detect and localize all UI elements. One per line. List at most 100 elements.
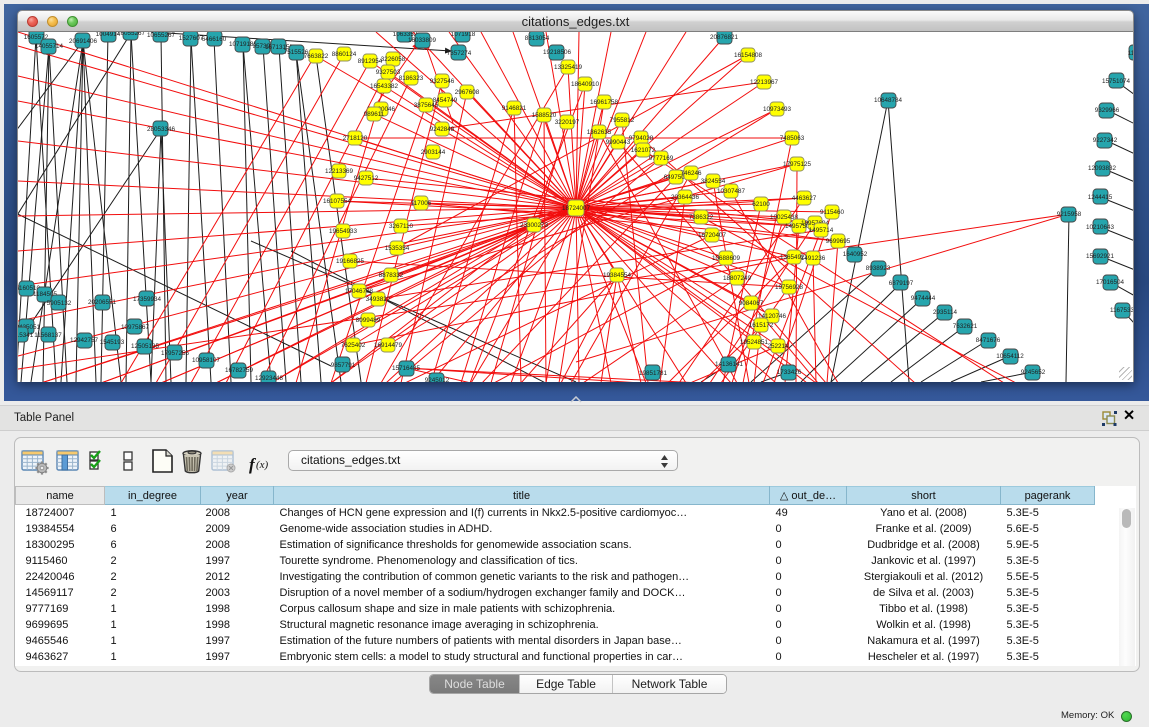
svg-text:2718120: 2718120 <box>343 135 368 142</box>
svg-text:16055267: 16055267 <box>117 32 146 37</box>
svg-text:746246: 746246 <box>680 170 702 177</box>
svg-text:13325419: 13325419 <box>554 64 583 71</box>
svg-text:3226058: 3226058 <box>381 56 406 63</box>
svg-text:20206551: 20206551 <box>88 299 117 306</box>
svg-text:9227342: 9227342 <box>1093 137 1118 144</box>
svg-text:7485063: 7485063 <box>780 135 805 142</box>
svg-text:16720407: 16720407 <box>698 232 727 239</box>
svg-text:10648784: 10648784 <box>874 97 903 104</box>
svg-text:16782759: 16782759 <box>225 367 254 374</box>
svg-text:9146821: 9146821 <box>502 105 527 112</box>
svg-text:5905132: 5905132 <box>47 300 72 307</box>
svg-text:9474444: 9474444 <box>911 295 936 302</box>
svg-text:9990443: 9990443 <box>606 139 631 146</box>
svg-text:7632621: 7632621 <box>953 323 978 330</box>
svg-text:989611: 989611 <box>364 111 385 118</box>
svg-text:19218506: 19218506 <box>543 49 572 56</box>
svg-text:19756928: 19756928 <box>775 284 804 291</box>
svg-text:16543382: 16543382 <box>370 83 399 90</box>
svg-text:3267110: 3267110 <box>389 223 414 230</box>
svg-text:12213967: 12213967 <box>750 79 779 86</box>
svg-text:1588520: 1588520 <box>532 112 557 119</box>
svg-text:19524851: 19524851 <box>740 339 769 346</box>
svg-text:9245012: 9245012 <box>425 377 450 382</box>
svg-text:6466160: 6466160 <box>202 36 227 43</box>
svg-text:1167533: 1167533 <box>1110 307 1133 314</box>
svg-text:1535354: 1535354 <box>385 245 410 252</box>
svg-text:17016504: 17016504 <box>1096 279 1125 286</box>
svg-text:1640952: 1640952 <box>843 251 868 258</box>
svg-text:15751074: 15751074 <box>1102 78 1131 85</box>
svg-text:2967608: 2967608 <box>455 89 480 96</box>
svg-text:16107554: 16107554 <box>323 198 352 205</box>
svg-text:12505135: 12505135 <box>131 343 160 350</box>
svg-text:9329966: 9329966 <box>1095 107 1120 114</box>
svg-text:1362635: 1362635 <box>587 129 612 136</box>
svg-text:17046708: 17046708 <box>345 288 374 295</box>
svg-text:1495714: 1495714 <box>809 227 834 234</box>
svg-text:1491236: 1491236 <box>801 255 826 262</box>
svg-text:18640910: 18640910 <box>571 81 600 88</box>
svg-text:18724007: 18724007 <box>562 205 591 212</box>
svg-text:19384554: 19384554 <box>603 272 632 279</box>
svg-text:7955812: 7955812 <box>610 117 635 124</box>
svg-text:8099489: 8099489 <box>356 317 381 324</box>
svg-text:17957255: 17957255 <box>161 350 190 357</box>
svg-text:9777169: 9777169 <box>649 155 674 162</box>
svg-text:4463627: 4463627 <box>792 195 817 202</box>
svg-text:9327503: 9327503 <box>376 69 401 76</box>
svg-text:9699695: 9699695 <box>826 238 851 245</box>
svg-text:7663822: 7663822 <box>304 53 329 60</box>
svg-text:8813054: 8813054 <box>525 35 550 42</box>
svg-text:9245652: 9245652 <box>1021 369 1046 376</box>
svg-text:12093832: 12093832 <box>1088 165 1117 172</box>
svg-text:17975125: 17975125 <box>783 161 812 168</box>
svg-text:8878332: 8878332 <box>379 272 404 279</box>
svg-text:19851781: 19851781 <box>639 370 668 377</box>
svg-text:16154808: 16154808 <box>734 52 763 59</box>
svg-text:3915341: 3915341 <box>18 332 34 339</box>
svg-text:8860124: 8860124 <box>332 51 357 58</box>
svg-text:15716485: 15716485 <box>392 365 421 372</box>
svg-text:1733426: 1733426 <box>777 369 802 376</box>
svg-text:10973493: 10973493 <box>763 106 792 113</box>
svg-text:12923448: 12923448 <box>255 375 284 382</box>
svg-text:10975867: 10975867 <box>121 324 150 331</box>
svg-text:10654112: 10654112 <box>996 353 1024 360</box>
svg-text:1545193: 1545193 <box>100 339 125 346</box>
svg-text:7386322: 7386322 <box>689 214 714 221</box>
svg-text:10958107: 10958107 <box>192 357 221 364</box>
svg-text:3493822: 3493822 <box>366 296 391 303</box>
svg-text:11123: 11123 <box>1128 50 1133 57</box>
svg-text:2935114: 2935114 <box>933 309 958 316</box>
svg-text:1071918: 1071918 <box>451 32 476 38</box>
svg-text:20691406: 20691406 <box>69 38 98 45</box>
svg-text:23300273: 23300273 <box>520 222 549 229</box>
svg-text:9084067: 9084067 <box>739 300 764 307</box>
svg-text:7357274: 7357274 <box>447 50 472 57</box>
svg-text:8186323: 8186323 <box>399 75 424 82</box>
svg-text:1244415: 1244415 <box>1088 194 1113 201</box>
svg-text:3220197: 3220197 <box>555 119 580 126</box>
svg-text:20876821: 20876821 <box>710 34 739 41</box>
svg-text:9327546: 9327546 <box>430 78 455 85</box>
svg-text:62100: 62100 <box>752 201 770 208</box>
svg-text:9427512: 9427512 <box>354 175 379 182</box>
svg-text:10655267: 10655267 <box>147 32 176 39</box>
svg-text:252214: 252214 <box>767 343 789 350</box>
svg-text:28053346: 28053346 <box>147 126 176 133</box>
svg-text:8912954: 8912954 <box>358 58 383 65</box>
svg-text:14055714: 14055714 <box>35 43 64 50</box>
svg-text:19166825: 19166825 <box>336 258 365 265</box>
svg-text:3875645: 3875645 <box>414 102 439 109</box>
svg-text:16033809: 16033809 <box>408 37 437 44</box>
svg-text:17359934: 17359934 <box>133 296 162 303</box>
svg-text:10307487: 10307487 <box>717 188 746 195</box>
svg-text:1615172: 1615172 <box>749 322 774 329</box>
svg-text:8471676: 8471676 <box>976 337 1001 344</box>
svg-text:12942757: 12942757 <box>70 337 99 344</box>
svg-text:1527607: 1527607 <box>179 35 204 42</box>
svg-text:20364436: 20364436 <box>671 194 700 201</box>
svg-text:12213369: 12213369 <box>325 168 354 175</box>
svg-text:9242848: 9242848 <box>430 126 455 133</box>
